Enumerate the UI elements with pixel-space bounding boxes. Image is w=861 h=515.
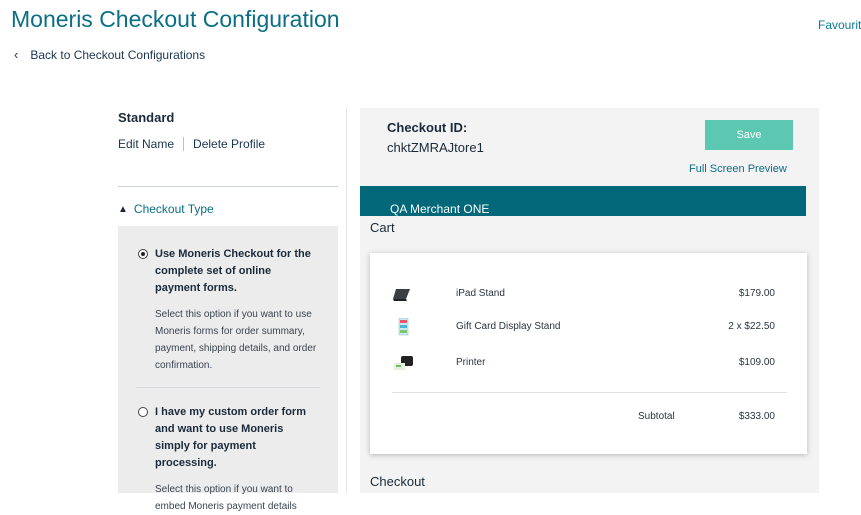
option-full-checkout[interactable]: Use Moneris Checkout for the complete se…: [138, 246, 318, 374]
chevron-left-icon: ‹: [14, 47, 19, 62]
cart-item-price: $179.00: [738, 288, 775, 299]
option-title: Use Moneris Checkout for the complete se…: [155, 248, 311, 294]
favourite-link[interactable]: Favourite ☆: [818, 18, 861, 32]
subtotal-label: Subtotal: [638, 411, 675, 422]
subtotal-value: $333.00: [738, 411, 775, 422]
gift-card-stand-thumbnail: [398, 318, 409, 336]
option-title: I have my custom order form and want to …: [155, 406, 306, 469]
checkout-id-value: chktZMRAJtore1: [387, 140, 484, 155]
edit-name-link[interactable]: Edit Name: [118, 137, 174, 151]
cart-item-price: $109.00: [738, 357, 775, 368]
cart-item: Printer $109.00: [370, 352, 807, 376]
page-title: Moneris Checkout Configuration: [11, 6, 340, 32]
radio-custom-order-form[interactable]: [138, 407, 148, 417]
cart-item-name: Printer: [456, 357, 486, 368]
cart-item: Gift Card Display Stand 2 x $22.50: [370, 316, 807, 340]
printer-thumbnail: [394, 356, 413, 370]
option-divider: [136, 387, 320, 388]
caret-up-icon: ▲: [118, 203, 128, 215]
checkout-type-options: Use Moneris Checkout for the complete se…: [118, 226, 338, 512]
ipad-stand-thumbnail: [393, 289, 410, 301]
delete-profile-link[interactable]: Delete Profile: [193, 137, 265, 151]
profile-actions: Edit Name Delete Profile: [118, 137, 265, 151]
panel-divider: [346, 108, 347, 493]
radio-full-checkout[interactable]: [138, 249, 148, 259]
merchant-bar: QA Merchant ONE: [360, 186, 806, 216]
save-button[interactable]: Save: [705, 120, 793, 150]
back-link[interactable]: ‹ Back to Checkout Configurations: [14, 47, 205, 62]
cart-heading: Cart: [370, 220, 395, 235]
option-description: Select this option if you want to use Mo…: [155, 309, 317, 371]
checkout-heading: Checkout: [370, 474, 425, 489]
option-description: Select this option if you want to embed …: [155, 484, 297, 512]
checkout-id-label: Checkout ID:: [387, 120, 468, 135]
profile-name: Standard: [118, 110, 175, 125]
checkout-preview-panel: Checkout ID: chktZMRAJtore1 Save Full Sc…: [360, 108, 819, 493]
cart-item-name: Gift Card Display Stand: [456, 321, 561, 332]
option-custom-order-form[interactable]: I have my custom order form and want to …: [138, 404, 318, 515]
cart-card: iPad Stand $179.00 Gift Card Display Sta…: [370, 253, 807, 454]
checkout-type-label: Checkout Type: [133, 202, 214, 216]
cart-item: iPad Stand $179.00: [370, 283, 807, 307]
action-separator: [183, 137, 185, 151]
cart-divider: [392, 392, 787, 393]
cart-item-price: 2 x $22.50: [728, 321, 775, 332]
back-link-label: Back to Checkout Configurations: [30, 47, 206, 62]
checkout-type-toggle[interactable]: ▲ Checkout Type: [118, 202, 214, 216]
merchant-name: QA Merchant ONE: [390, 202, 490, 216]
full-screen-preview-link[interactable]: Full Screen Preview: [689, 163, 787, 175]
cart-item-name: iPad Stand: [456, 288, 505, 299]
left-divider: [118, 186, 338, 187]
